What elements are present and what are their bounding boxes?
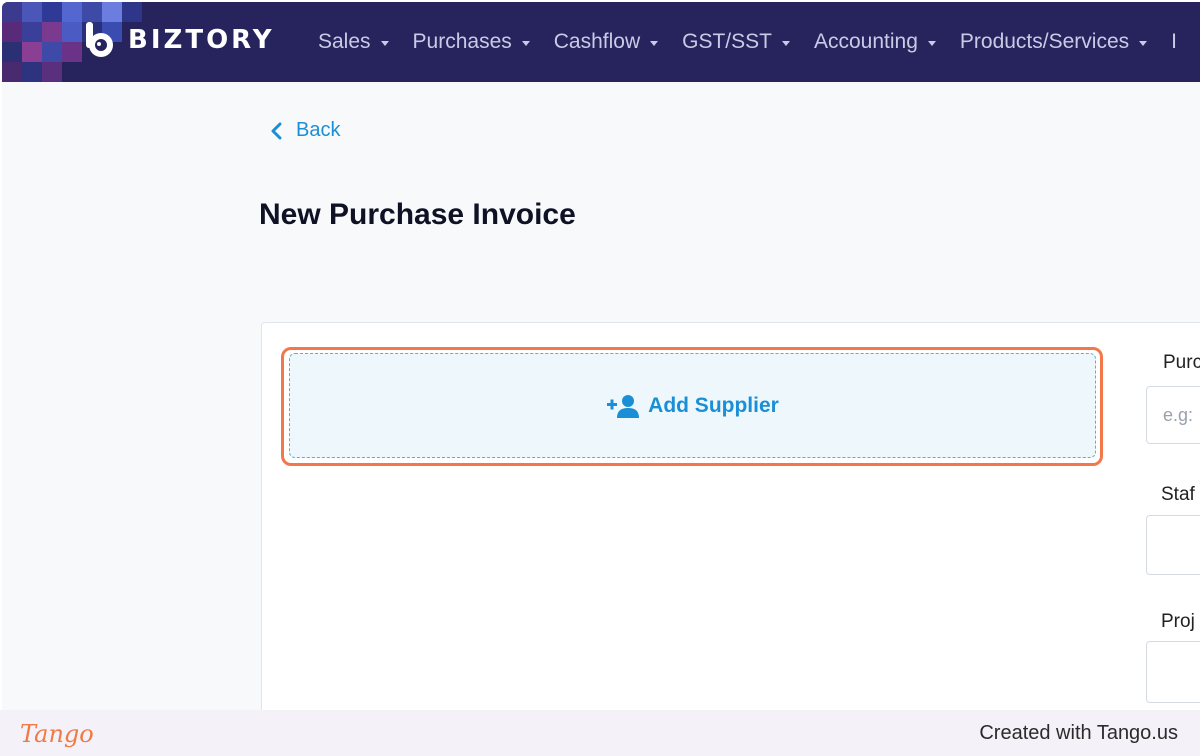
nav-overflow-item[interactable]: I	[1171, 30, 1177, 54]
nav-purchases-label: Purchases	[412, 30, 512, 53]
nav-purchases[interactable]: Purchases	[413, 30, 530, 54]
purchase-no-label: Purc	[1163, 352, 1200, 373]
add-supplier-label: Add Supplier	[648, 393, 779, 417]
app-frame: BIZTORY Sales Purchases Cashflow GST/SST…	[2, 2, 1200, 710]
nav-accounting[interactable]: Accounting	[814, 30, 936, 54]
nav-products-services-label: Products/Services	[959, 30, 1130, 53]
nav-gst-sst[interactable]: GST/SST	[682, 30, 790, 54]
nav-cashflow[interactable]: Cashflow	[553, 30, 659, 54]
nav-products-services[interactable]: Products/Services	[959, 30, 1148, 54]
staff-label: Staf	[1161, 484, 1195, 505]
chevron-down-icon	[380, 40, 389, 46]
brand-logo[interactable]: BIZTORY	[80, 20, 275, 60]
add-supplier-button[interactable]: Add Supplier	[289, 353, 1096, 458]
back-label: Back	[296, 119, 341, 141]
staff-field[interactable]	[1146, 515, 1200, 575]
brand-name: BIZTORY	[128, 25, 275, 55]
chevron-down-icon	[521, 40, 530, 46]
chevron-down-icon	[927, 40, 936, 46]
chevron-left-icon	[271, 122, 282, 139]
biztory-logo-icon	[86, 22, 113, 57]
purchase-no-field[interactable]	[1146, 386, 1200, 444]
add-user-icon	[607, 394, 640, 418]
nav-gst-sst-label: GST/SST	[682, 30, 772, 53]
chevron-down-icon	[650, 40, 659, 46]
tango-footer: Tango Created with Tango.us	[0, 710, 1200, 756]
project-label: Proj	[1161, 611, 1195, 632]
nav-accounting-label: Accounting	[813, 30, 918, 53]
nav-sales[interactable]: Sales	[318, 30, 389, 54]
main-nav: Sales Purchases Cashflow GST/SST Account…	[318, 2, 1177, 82]
page-title: New Purchase Invoice	[259, 198, 576, 231]
project-field[interactable]	[1146, 641, 1200, 703]
nav-sales-label: Sales	[318, 30, 371, 53]
nav-cashflow-label: Cashflow	[553, 30, 641, 53]
chevron-down-icon	[781, 40, 790, 46]
top-navbar: BIZTORY Sales Purchases Cashflow GST/SST…	[2, 2, 1200, 82]
created-with-text[interactable]: Created with Tango.us	[979, 722, 1178, 745]
chevron-down-icon	[1139, 40, 1148, 46]
back-link[interactable]: Back	[270, 119, 340, 142]
tango-logo[interactable]: Tango	[20, 720, 94, 748]
purchase-no-input[interactable]	[1147, 387, 1200, 443]
